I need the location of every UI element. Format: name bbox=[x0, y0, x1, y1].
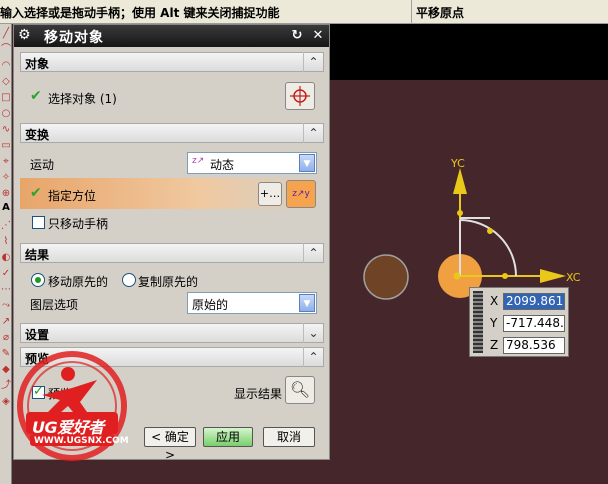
motion-value: 动态 bbox=[210, 158, 235, 172]
tool-icon[interactable]: ⋰ bbox=[1, 220, 11, 231]
status-bar: 输入选择或是拖动手柄；使用 Alt 键来关闭捕捉功能 平移原点 bbox=[0, 0, 608, 24]
tool-icon[interactable]: ✓ bbox=[1, 268, 11, 279]
apply-button[interactable]: 应用 bbox=[203, 427, 253, 447]
section-result-header[interactable]: 结果 ⌃ bbox=[20, 243, 324, 263]
x-field[interactable]: 2099.861 bbox=[503, 293, 565, 310]
csys-icon: z↗y bbox=[292, 189, 310, 199]
tool-icon[interactable]: ⌖ bbox=[1, 156, 11, 167]
tool-icon[interactable]: □ bbox=[1, 92, 11, 103]
watermark-url: WWW.UGSNX.COM bbox=[34, 436, 129, 446]
dynamic-csys-icon: z↗ bbox=[192, 156, 205, 166]
status-prompt: 输入选择或是拖动手柄；使用 Alt 键来关闭捕捉功能 bbox=[0, 6, 280, 20]
tool-icon[interactable]: ◠ bbox=[1, 60, 11, 71]
xc-arrow-icon bbox=[540, 269, 566, 283]
yc-arrow-icon bbox=[453, 168, 467, 194]
magnifier-icon: 🔍︎ bbox=[289, 380, 311, 399]
tool-icon[interactable]: ⌀ bbox=[1, 332, 11, 343]
tool-icon[interactable]: ▭ bbox=[1, 140, 11, 151]
check-icon: ✔ bbox=[30, 88, 42, 104]
tool-icon[interactable]: ○ bbox=[1, 108, 11, 119]
reset-icon[interactable]: ↻ bbox=[288, 27, 306, 45]
coordinate-input-box: X 2099.861 Y -717.448. Z 798.536 bbox=[469, 287, 569, 357]
select-object-button[interactable] bbox=[285, 82, 315, 110]
ok-button[interactable]: < 确定 > bbox=[144, 427, 196, 462]
point-dialog-button[interactable]: +… bbox=[258, 182, 282, 206]
tool-icon[interactable]: ◐ bbox=[1, 252, 11, 263]
section-settings-label: 设置 bbox=[25, 328, 50, 342]
csys-dialog-button[interactable]: z↗y bbox=[286, 180, 316, 208]
layer-option-value: 原始的 bbox=[192, 298, 229, 312]
cancel-button[interactable]: 取消 bbox=[263, 427, 315, 447]
chevron-up-icon[interactable]: ⌃ bbox=[303, 243, 323, 263]
tool-icon[interactable]: ◇ bbox=[1, 76, 11, 87]
target-object bbox=[363, 254, 409, 300]
tool-icon[interactable]: ⊕ bbox=[1, 188, 11, 199]
handle-point-y bbox=[457, 210, 463, 216]
tool-icon[interactable]: ↗ bbox=[1, 316, 11, 327]
chevron-down-icon[interactable]: ▼ bbox=[299, 294, 315, 312]
scene-graphics: YC XC bbox=[363, 157, 581, 300]
left-toolbar: ╱ ⌒ ◠ ◇ □ ○ ∿ ▭ ⌖ ✧ ⊕ A ⋰ ⌇ ◐ ✓ ⋯ ⤳ ↗ ⌀ … bbox=[0, 24, 12, 484]
status-divider bbox=[411, 0, 412, 24]
yc-label: YC bbox=[450, 157, 465, 170]
tool-icon[interactable]: ╱ bbox=[1, 28, 11, 39]
tool-icon[interactable]: ◈ bbox=[1, 396, 11, 407]
tool-icon[interactable]: ∿ bbox=[1, 124, 11, 135]
section-transform-header[interactable]: 变换 ⌃ bbox=[20, 123, 324, 143]
tool-icon[interactable]: ◆ bbox=[1, 364, 11, 375]
status-action: 平移原点 bbox=[416, 6, 465, 20]
tool-icon[interactable]: ✎ bbox=[1, 348, 11, 359]
tool-icon[interactable]: ⤳ bbox=[1, 300, 11, 311]
layer-option-select[interactable]: 原始的 ▼ bbox=[187, 292, 317, 314]
tool-icon[interactable]: ⌇ bbox=[1, 236, 11, 247]
show-result-button[interactable]: 🔍︎ bbox=[285, 376, 315, 404]
motion-select[interactable]: z↗ 动态 ▼ bbox=[187, 152, 317, 174]
y-field[interactable]: -717.448. bbox=[503, 315, 565, 332]
chevron-up-icon[interactable]: ⌃ bbox=[303, 347, 323, 367]
move-original-radio[interactable] bbox=[31, 273, 45, 287]
section-transform-label: 变换 bbox=[25, 128, 50, 142]
tool-icon[interactable]: ⋯ bbox=[1, 284, 11, 295]
dialog-title: 移动对象 bbox=[44, 30, 104, 46]
section-settings-header[interactable]: 设置 ⌄ bbox=[20, 323, 324, 343]
z-label: Z bbox=[490, 338, 499, 352]
copy-original-label: 复制原先的 bbox=[138, 275, 199, 289]
tool-icon[interactable]: ⤴ bbox=[1, 380, 11, 391]
z-field[interactable]: 798.536 bbox=[503, 337, 565, 354]
chevron-down-icon[interactable]: ▼ bbox=[299, 154, 315, 172]
drag-grip[interactable] bbox=[473, 291, 483, 353]
chevron-up-icon[interactable]: ⌃ bbox=[303, 52, 323, 72]
tool-icon[interactable]: ✧ bbox=[1, 172, 11, 183]
section-object-header[interactable]: 对象 ⌃ bbox=[20, 52, 324, 72]
origin-point bbox=[453, 272, 461, 280]
dialog-titlebar[interactable]: ⚙ 移动对象 ↻ ✕ bbox=[14, 25, 329, 47]
show-result-label: 显示结果 bbox=[234, 387, 283, 401]
x-label: X bbox=[490, 294, 499, 308]
handle-point-x bbox=[502, 273, 508, 279]
graphics-header-strip bbox=[330, 24, 608, 80]
xc-label: XC bbox=[566, 271, 581, 284]
handle-point-rot bbox=[487, 228, 493, 234]
chevron-up-icon[interactable]: ⌃ bbox=[303, 123, 323, 143]
close-icon[interactable]: ✕ bbox=[309, 27, 327, 45]
text-tool-icon[interactable]: A bbox=[1, 202, 11, 213]
section-object-label: 对象 bbox=[25, 57, 50, 71]
move-original-label: 移动原先的 bbox=[48, 275, 109, 289]
point-dialog-icon: +… bbox=[259, 187, 281, 200]
motion-label: 运动 bbox=[30, 158, 55, 172]
layer-option-label: 图层选项 bbox=[30, 298, 79, 312]
select-object-label: 选择对象 (1) bbox=[48, 92, 117, 106]
y-label: Y bbox=[490, 316, 498, 330]
section-result-label: 结果 bbox=[25, 248, 50, 262]
move-handle-only-checkbox[interactable] bbox=[32, 216, 45, 229]
chevron-down-icon[interactable]: ⌄ bbox=[303, 323, 323, 343]
copy-original-radio[interactable] bbox=[122, 273, 136, 287]
tool-icon[interactable]: ⌒ bbox=[1, 44, 11, 55]
gear-icon[interactable]: ⚙ bbox=[18, 27, 34, 43]
watermark-brand: UG爱好者 bbox=[32, 418, 104, 437]
specify-orientation-label: 指定方位 bbox=[48, 189, 97, 203]
move-handle-only-label: 只移动手柄 bbox=[48, 217, 109, 231]
check-icon: ✔ bbox=[30, 185, 42, 201]
crosshair-icon bbox=[290, 86, 310, 106]
